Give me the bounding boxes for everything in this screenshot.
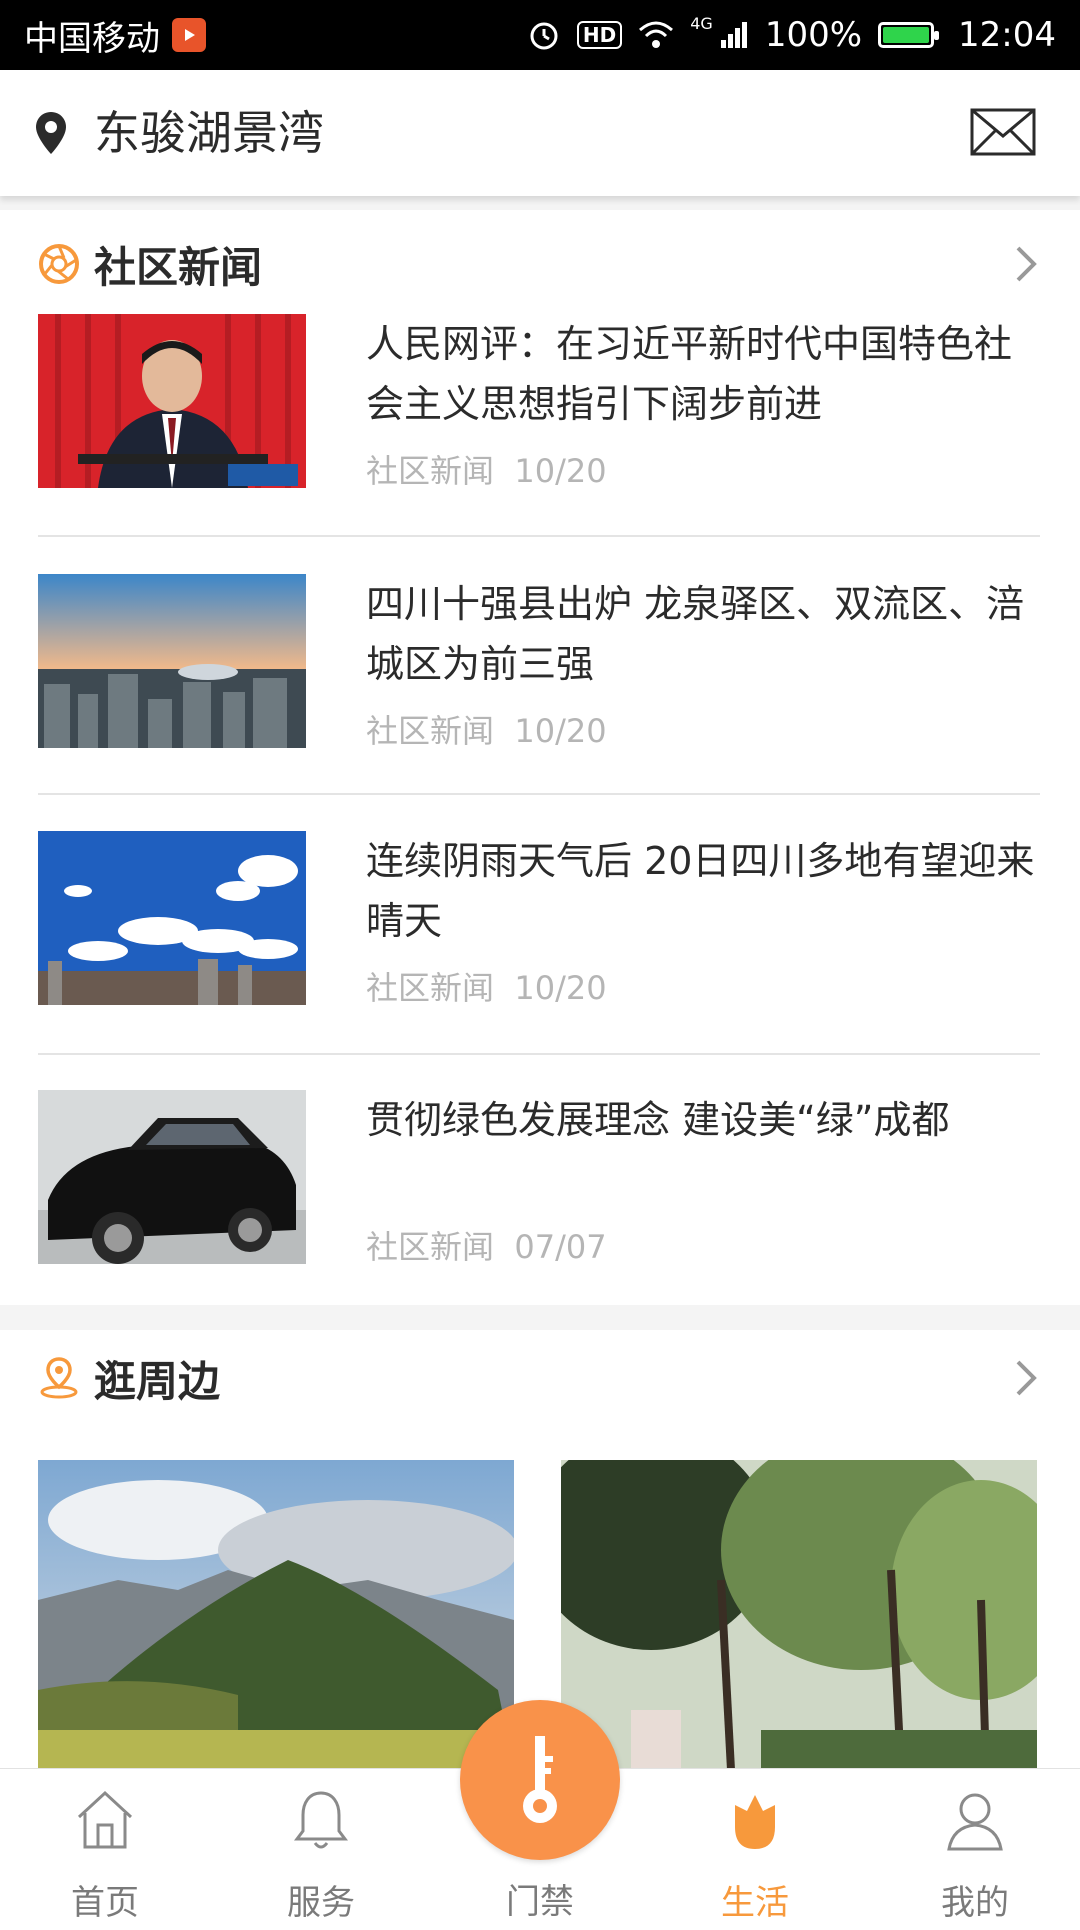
nearby-section-header[interactable]: 逛周边: [38, 1348, 220, 1408]
news-meta: 社区新闻 07/07: [366, 1222, 607, 1268]
community-news-section: 社区新闻 人民网评：在习近平新时代中国特色社会主义思想指引下阔步前进 社区新闻 …: [0, 210, 1080, 1305]
divider: [38, 793, 1040, 795]
user-icon: [947, 1793, 1003, 1851]
carrier-label: 中国移动: [24, 18, 160, 59]
news-section-header[interactable]: 社区新闻: [38, 234, 262, 294]
news-title: 连续阴雨天气后 20日四川多地有望迎来晴天: [366, 839, 1035, 943]
home-icon: [77, 1790, 133, 1849]
news-date: 10/20: [514, 452, 607, 490]
news-item[interactable]: 连续阴雨天气后 20日四川多地有望迎来晴天 社区新闻 10/20: [38, 831, 1040, 1041]
battery-icon: [878, 22, 940, 48]
news-item[interactable]: 人民网评：在习近平新时代中国特色社会主义思想指引下阔步前进 社区新闻 10/20: [38, 314, 1040, 524]
news-thumbnail: [38, 314, 306, 488]
location-header: 东骏湖景湾: [0, 70, 1080, 196]
network-type: 4G: [690, 14, 713, 33]
news-category: 社区新闻: [366, 452, 495, 490]
community-name[interactable]: 东骏湖景湾: [94, 98, 324, 168]
news-category: 社区新闻: [366, 1228, 495, 1266]
chevron-right-icon[interactable]: [1014, 244, 1038, 284]
bell-icon: [294, 1791, 348, 1849]
nav-label: 门禁: [506, 1882, 574, 1922]
chevron-right-icon[interactable]: [1014, 1358, 1038, 1398]
alarm-icon: [530, 22, 558, 50]
news-thumbnail: [38, 831, 306, 1005]
location-pin-icon: [40, 1357, 78, 1399]
signal-icon: [720, 22, 747, 48]
news-meta: 社区新闻 10/20: [366, 706, 607, 752]
envelope-icon[interactable]: [970, 108, 1036, 156]
wifi-icon: [639, 21, 674, 48]
battery-percent: 100%: [764, 15, 863, 55]
key-icon: [523, 1736, 557, 1823]
clock: 12:04: [958, 15, 1056, 55]
news-date: 10/20: [514, 969, 607, 1007]
news-thumbnail: [38, 574, 306, 748]
nearby-image[interactable]: [38, 1460, 514, 1770]
flower-icon: [735, 1795, 775, 1849]
nav-label: 生活: [721, 1883, 789, 1923]
divider: [38, 1053, 1040, 1055]
nearby-section-title: 逛周边: [94, 1356, 221, 1406]
nav-life[interactable]: 生活: [680, 1769, 830, 1923]
news-date: 07/07: [514, 1228, 607, 1266]
news-meta: 社区新闻 10/20: [366, 446, 607, 492]
news-meta: 社区新闻 10/20: [366, 963, 607, 1009]
nav-label: 服务: [287, 1883, 355, 1923]
divider: [38, 535, 1040, 537]
news-item[interactable]: 四川十强县出炉 龙泉驿区、双流区、涪城区为前三强 社区新闻 10/20: [38, 574, 1040, 784]
hd-badge: HD: [576, 21, 623, 49]
nav-mine[interactable]: 我的: [900, 1769, 1050, 1923]
nav-label: 首页: [71, 1883, 139, 1923]
news-title: 人民网评：在习近平新时代中国特色社会主义思想指引下阔步前进: [366, 322, 1013, 426]
map-pin-icon[interactable]: [34, 110, 68, 156]
news-category: 社区新闻: [366, 969, 495, 1007]
door-access-button[interactable]: [460, 1700, 620, 1860]
nav-label: 我的: [941, 1883, 1009, 1923]
news-section-title: 社区新闻: [94, 242, 263, 292]
nearby-image[interactable]: [561, 1460, 1037, 1770]
app-notification-icon: [172, 18, 206, 52]
news-title: 四川十强县出炉 龙泉驿区、双流区、涪城区为前三强: [366, 582, 1025, 686]
news-category: 社区新闻: [366, 712, 495, 750]
news-thumbnail: [38, 1090, 306, 1264]
status-bar: 中国移动 HD 4G 100% 12:04: [0, 0, 1080, 70]
news-title: 贯彻绿色发展理念 建设美“绿”成都: [366, 1098, 950, 1142]
news-date: 10/20: [514, 712, 607, 750]
nav-service[interactable]: 服务: [246, 1769, 396, 1923]
aperture-icon: [39, 244, 79, 284]
nav-home[interactable]: 首页: [30, 1769, 180, 1923]
news-item[interactable]: 贯彻绿色发展理念 建设美“绿”成都 社区新闻 07/07: [38, 1090, 1040, 1300]
